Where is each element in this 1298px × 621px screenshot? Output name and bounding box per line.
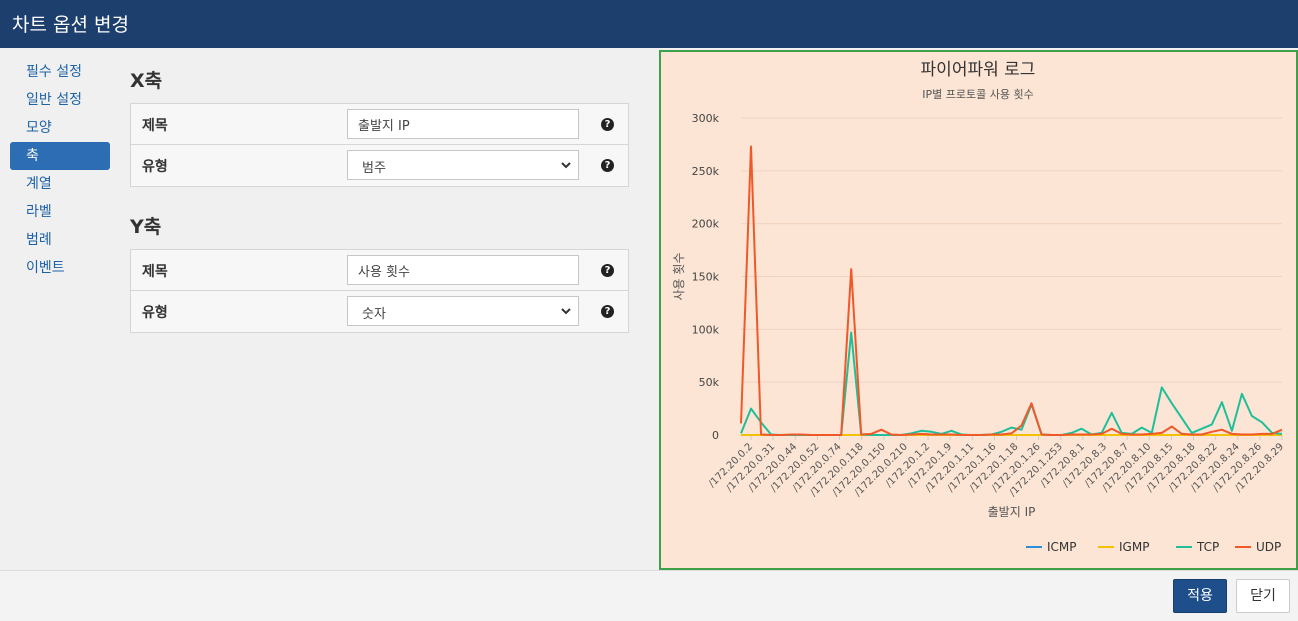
y-tick-label: 150k: [692, 271, 720, 284]
y-axis-type-help-icon[interactable]: ?: [601, 305, 614, 318]
line-chart: 파이어파워 로그 IP별 프로토콜 사용 횟수 0 50k 100k 150k 200k 25…: [672, 60, 1286, 554]
series-line-udp: [740, 145, 1283, 436]
x-axis-title-row: 제목 ?: [131, 104, 628, 145]
chart-title: 파이어파워 로그: [921, 60, 1036, 80]
x-axis-title: 출발지 IP: [988, 505, 1036, 519]
y-tick-label: 0: [712, 429, 719, 442]
y-tick-label: 300k: [692, 112, 720, 125]
x-axis-form: 제목 ? 유형 범주 ?: [130, 103, 629, 187]
legend-item: TCP: [1196, 540, 1219, 554]
sidebar-item-appearance[interactable]: 모양: [10, 114, 110, 142]
x-axis-title-help-icon[interactable]: ?: [601, 118, 614, 131]
sidebar-nav: 필수 설정 일반 설정 모양 축 계열 라벨 범례 이벤트: [10, 58, 110, 282]
sidebar-item-events[interactable]: 이벤트: [10, 254, 110, 282]
x-axis-type-help-icon[interactable]: ?: [601, 159, 614, 172]
y-axis-type-row: 유형 숫자 ?: [131, 291, 628, 332]
sidebar-item-series[interactable]: 계열: [10, 170, 110, 198]
x-axis-title-label: 제목: [142, 118, 168, 134]
y-tick-label: 250k: [692, 165, 720, 178]
dialog-footer: 적용 닫기: [0, 570, 1298, 621]
y-axis-title-help-icon[interactable]: ?: [601, 264, 614, 277]
y-axis-form: 제목 ? 유형 숫자 ?: [130, 249, 629, 333]
x-axis-heading: X축: [130, 70, 163, 92]
legend-item: ICMP: [1047, 540, 1077, 554]
x-axis-type-label: 유형: [142, 159, 168, 175]
x-axis-type-select[interactable]: 범주: [347, 150, 579, 180]
y-axis-type-label: 유형: [142, 305, 168, 321]
y-tick-label: 100k: [692, 323, 720, 336]
sidebar-item-required[interactable]: 필수 설정: [10, 58, 110, 86]
sidebar-item-labels[interactable]: 라벨: [10, 198, 110, 226]
y-axis-section: Y축 제목 ? 유형 숫자 ?: [130, 212, 629, 333]
chevron-down-icon: [561, 308, 571, 315]
close-button[interactable]: 닫기: [1236, 579, 1290, 613]
y-tick-label: 50k: [699, 376, 720, 389]
y-axis-title-label: 제목: [142, 264, 168, 280]
x-axis-title-input[interactable]: [347, 109, 579, 139]
sidebar-item-legend[interactable]: 범례: [10, 226, 110, 254]
chart-subtitle: IP별 프로토콜 사용 횟수: [922, 88, 1033, 101]
legend-item: IGMP: [1119, 540, 1149, 554]
legend-item: UDP: [1256, 540, 1281, 554]
sidebar-item-axis[interactable]: 축: [10, 142, 110, 170]
y-axis-title-row: 제목 ?: [131, 250, 628, 291]
y-axis-type-value: 숫자: [362, 307, 386, 322]
dialog-title: 차트 옵션 변경: [0, 0, 1298, 48]
y-axis-title-input[interactable]: [347, 255, 579, 285]
chart-preview: 파이어파워 로그 IP별 프로토콜 사용 횟수 0 50k 100k 150k 200k 25…: [659, 50, 1298, 570]
x-axis-type-value: 범주: [362, 161, 386, 176]
y-tick-label: 200k: [692, 218, 720, 231]
chevron-down-icon: [561, 162, 571, 169]
x-axis-section: X축 제목 ? 유형 범주 ?: [130, 66, 629, 187]
series-line-tcp: [740, 331, 1283, 436]
sidebar-item-general[interactable]: 일반 설정: [10, 86, 110, 114]
y-axis-title: 사용 횟수: [672, 253, 686, 301]
y-axis-type-select[interactable]: 숫자: [347, 296, 579, 326]
x-axis-type-row: 유형 범주 ?: [131, 145, 628, 186]
y-axis-heading: Y축: [130, 216, 162, 238]
apply-button[interactable]: 적용: [1173, 579, 1227, 613]
